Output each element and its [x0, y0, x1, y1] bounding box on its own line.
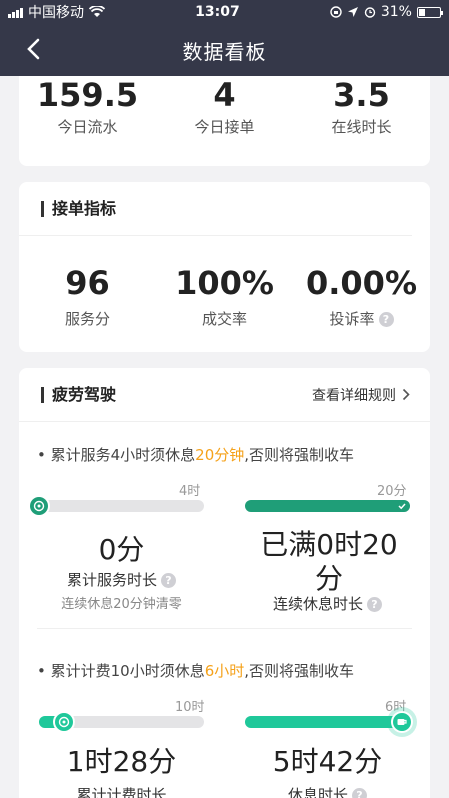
- tire-icon: [58, 716, 69, 728]
- service-duration-value: 0分: [98, 533, 145, 566]
- page-title: 数据看板: [182, 39, 267, 64]
- rest-duration-value: 已满0时20分: [260, 528, 398, 595]
- summary-flow: 159.5 今日流水: [36, 76, 139, 136]
- fatigue-rule-billing: • 累计计费10小时须休息6小时,否则将强制收车: [37, 662, 355, 680]
- rest2-progress-knob: [390, 711, 413, 733]
- order-metrics-title: 接单指标: [41, 200, 116, 217]
- fatigue-rule-service: • 累计服务4小时须休息20分钟,否则将强制收车: [37, 446, 355, 464]
- rest2-progress-bar: [245, 711, 413, 733]
- battery-percent: 31%: [380, 4, 412, 20]
- help-icon[interactable]: ?: [378, 312, 394, 327]
- section-divider: [37, 628, 412, 629]
- summary-online: 3.5 在线时长: [331, 76, 392, 136]
- nav-bar: 数据看板: [0, 24, 449, 76]
- billing-duration-value: 1时28分: [66, 745, 177, 778]
- billing-progress-bar: [39, 711, 204, 733]
- help-icon[interactable]: ?: [367, 597, 382, 612]
- help-icon[interactable]: ?: [161, 573, 176, 588]
- billing-progress-knob: [52, 711, 75, 733]
- rotation-lock-icon: [330, 6, 342, 18]
- chevron-right-icon: [402, 388, 410, 401]
- deal-rate: 100% 成交率: [175, 264, 274, 328]
- rest-max-label: 20分: [377, 484, 407, 499]
- billing-max-label: 10时: [175, 700, 205, 715]
- wifi-icon: [89, 6, 105, 17]
- battery-icon: [416, 6, 443, 18]
- signal-icon: [8, 7, 23, 18]
- rest-progress-bar: [245, 500, 410, 512]
- summary-orders: 4 今日接单: [194, 76, 255, 136]
- check-icon: [396, 500, 408, 512]
- carrier-name: 中国移动: [28, 5, 84, 21]
- rest2-duration-value: 5时42分: [272, 745, 383, 778]
- back-arrow-icon[interactable]: [20, 34, 48, 64]
- fatigue-title: 疲劳驾驶: [41, 386, 116, 403]
- rest2-duration-label: 休息时长?: [225, 784, 430, 798]
- billing-duration-label: 累计计费时长: [76, 786, 167, 798]
- fatigue-card: 疲劳驾驶 查看详细规则 • 累计服务4小时须休息20分钟,否则将强制收车 4时 …: [19, 368, 430, 798]
- view-rules-link[interactable]: 查看详细规则: [312, 385, 410, 405]
- location-icon: [347, 7, 358, 17]
- status-time: 13:07: [195, 4, 240, 20]
- complaint-rate: 0.00% 投诉率?: [305, 264, 417, 328]
- service-max-label: 4时: [179, 484, 201, 499]
- service-progress-bar: [28, 495, 204, 517]
- rest-progress-knob: [395, 499, 409, 513]
- tire-icon: [33, 500, 45, 512]
- top-bar: 中国移动 13:07 31% 数据看板: [0, 0, 449, 76]
- coffee-cup-icon: [397, 719, 407, 725]
- service-duration-label: 累计服务时长?: [19, 569, 224, 590]
- rest-duration-label: 连续休息时长?: [225, 593, 430, 614]
- alarm-icon: [364, 7, 376, 18]
- help-icon[interactable]: ?: [352, 788, 367, 798]
- service-reset-note: 连续休息20分钟清零: [61, 597, 182, 612]
- order-metrics-card: 接单指标 96 服务分 100% 成交率 0.00% 投诉率?: [19, 182, 430, 352]
- status-bar: 中国移动 13:07 31%: [0, 0, 449, 24]
- service-score: 96 服务分: [64, 264, 110, 328]
- service-progress-knob: [28, 495, 50, 517]
